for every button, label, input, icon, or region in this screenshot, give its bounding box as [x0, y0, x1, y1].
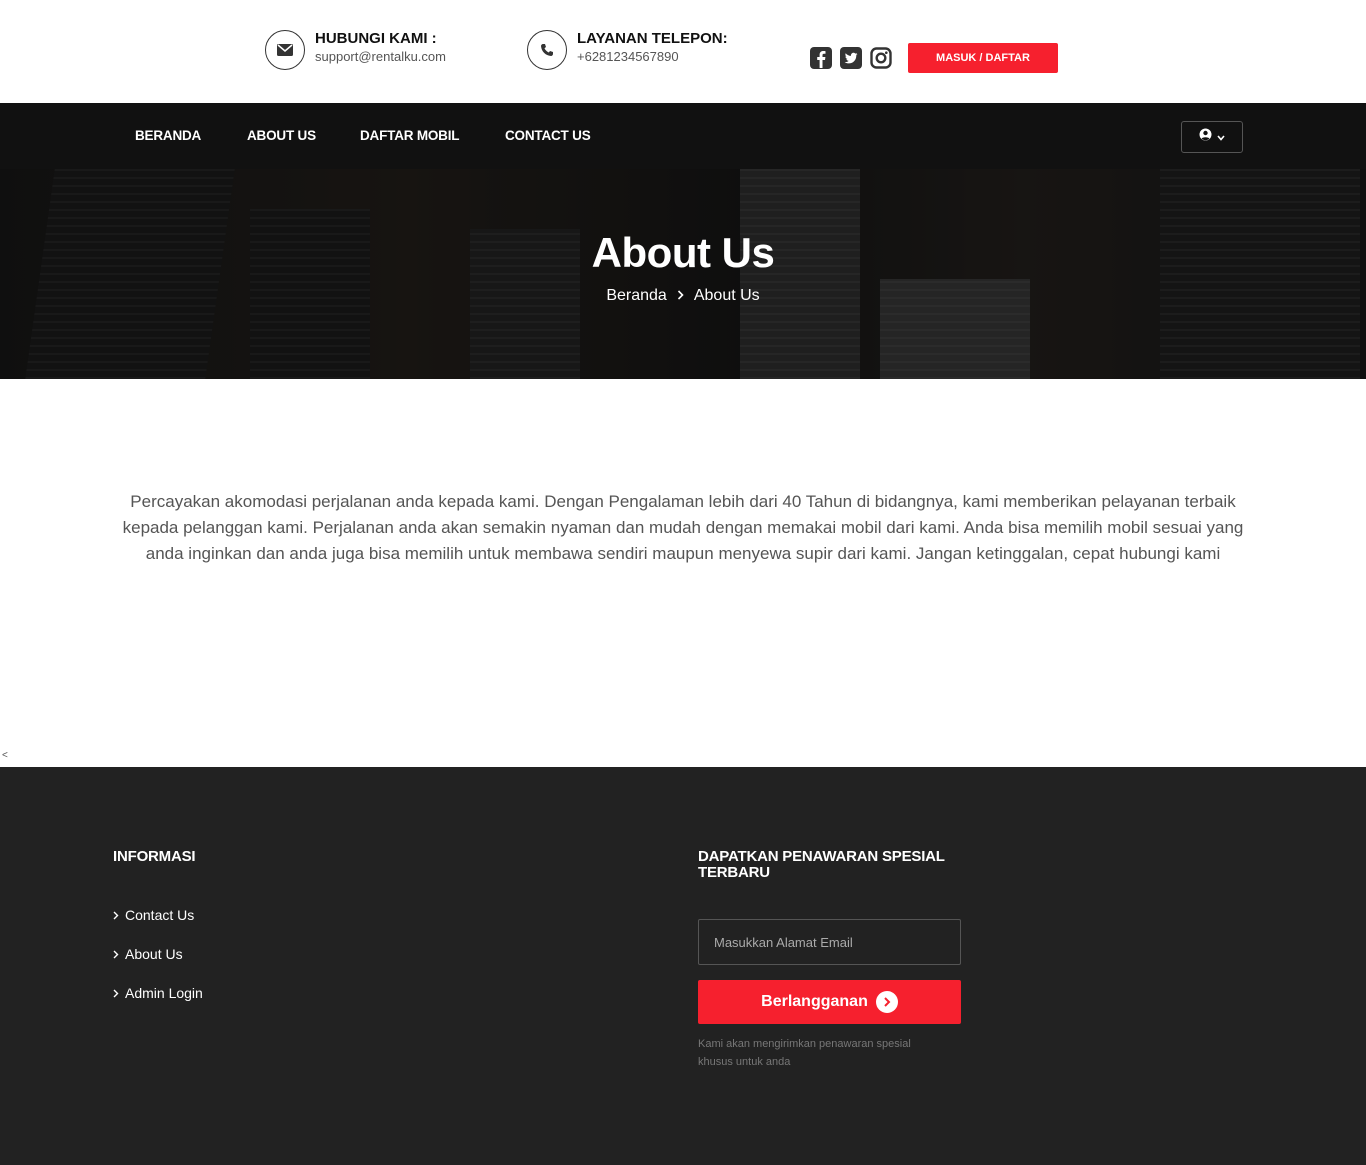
contact-email-block: HUBUNGI KAMI : support@rentalku.com	[265, 30, 446, 70]
newsletter-note: Kami akan mengirimkan penawaran spesial …	[698, 1038, 911, 1068]
top-header: HUBUNGI KAMI : support@rentalku.com LAYA…	[0, 0, 1366, 103]
breadcrumb-current: About Us	[693, 287, 760, 304]
footer-link-label: About Us	[125, 946, 183, 962]
facebook-icon[interactable]	[810, 47, 832, 69]
footer: INFORMASI Contact Us About Us Admin Logi…	[0, 767, 1366, 1165]
phone-label: LAYANAN TELEPON:	[577, 30, 728, 47]
nav-item-beranda[interactable]: BERANDA	[135, 128, 201, 143]
social-links	[810, 47, 892, 69]
stray-text: <	[2, 750, 8, 761]
instagram-icon[interactable]	[870, 47, 892, 69]
nav-item-daftar-mobil[interactable]: DAFTAR MOBIL	[360, 128, 460, 143]
chevron-right-icon	[113, 911, 119, 919]
phone-icon	[527, 30, 567, 70]
phone-number[interactable]: +6281234567890	[577, 48, 728, 66]
hero-banner: About Us Beranda About Us	[0, 169, 1366, 379]
newsletter-email-input[interactable]	[698, 919, 961, 965]
user-dropdown[interactable]	[1181, 121, 1243, 153]
footer-link-label: Contact Us	[125, 907, 195, 923]
chevron-down-icon	[1217, 128, 1225, 146]
about-description: Percayakan akomodasi perjalanan anda kep…	[122, 492, 1244, 563]
subscribe-button-label: Berlangganan	[761, 993, 868, 1010]
footer-link-label: Admin Login	[125, 985, 203, 1001]
breadcrumb: Beranda About Us	[0, 287, 1366, 305]
twitter-icon[interactable]	[840, 47, 862, 69]
footer-link-contact-us[interactable]: Contact Us	[113, 907, 194, 923]
main-nav: BERANDA ABOUT US DAFTAR MOBIL CONTACT US	[0, 103, 1366, 169]
login-register-button[interactable]: MASUK / DAFTAR	[908, 43, 1058, 73]
chevron-right-icon	[677, 287, 684, 305]
subscribe-button[interactable]: Berlangganan	[698, 980, 961, 1024]
page-title: About Us	[591, 229, 775, 276]
nav-item-contact-us[interactable]: CONTACT US	[505, 128, 591, 143]
contact-email[interactable]: support@rentalku.com	[315, 48, 446, 66]
contact-phone-block: LAYANAN TELEPON: +6281234567890	[527, 30, 728, 70]
envelope-icon	[265, 30, 305, 70]
arrow-right-circle-icon	[875, 991, 898, 1013]
chevron-right-icon	[113, 989, 119, 997]
chevron-right-icon	[113, 950, 119, 958]
footer-info-heading: INFORMASI	[113, 848, 196, 865]
footer-link-admin-login[interactable]: Admin Login	[113, 985, 203, 1001]
contact-label: HUBUNGI KAMI :	[315, 30, 437, 47]
footer-link-about-us[interactable]: About Us	[113, 946, 183, 962]
breadcrumb-home[interactable]: Beranda	[606, 287, 667, 304]
user-circle-icon	[1199, 128, 1212, 146]
nav-item-about-us[interactable]: ABOUT US	[247, 128, 316, 143]
footer-newsletter-heading: DAPATKAN PENAWARAN SPESIAL TERBARU	[698, 848, 945, 881]
